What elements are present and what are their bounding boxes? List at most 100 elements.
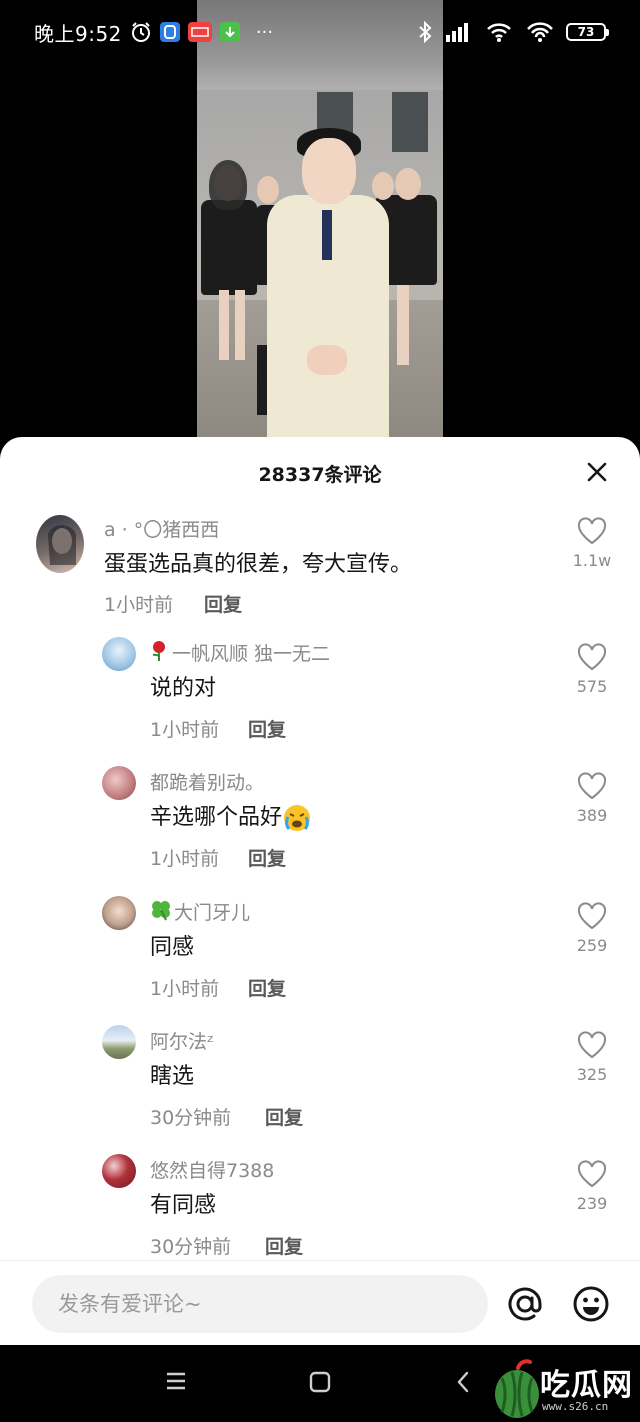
heart-icon	[577, 1160, 607, 1188]
comment-text: 有同感	[150, 1193, 217, 1218]
comment-item: a · °〇猪西西 蛋蛋选品真的很差，夸大宣传。 1小时前 回复 1.1w	[0, 509, 640, 629]
toutiao-icon	[187, 22, 212, 42]
video-player[interactable]	[197, 0, 443, 440]
comments-header: 28337条评论	[0, 437, 640, 509]
comment-time: 30分钟前	[150, 1236, 232, 1258]
comment-author[interactable]: 阿尔法ᶻ	[150, 1027, 214, 1054]
bluetooth-icon	[418, 21, 432, 43]
comment-time: 30分钟前	[150, 1107, 232, 1129]
comment-author-name: 大门牙儿	[174, 902, 251, 924]
comment-author[interactable]: a · °〇猪西西	[104, 515, 219, 542]
comment-text-content: 辛选哪个品好	[150, 805, 283, 830]
clover-icon	[150, 899, 174, 926]
comment-text: 同感	[150, 935, 195, 960]
comment-author[interactable]: 一帆风顺 独一无二	[150, 639, 330, 667]
comment-time: 1小时前	[150, 978, 220, 1000]
reply-button[interactable]: 回复	[265, 1232, 303, 1259]
smile-icon[interactable]	[572, 1285, 610, 1323]
reply-button[interactable]: 回复	[248, 715, 286, 742]
watermark-text: 吃瓜网	[540, 1368, 633, 1403]
wifi-plus-icon	[486, 21, 514, 43]
like-count: 259	[576, 936, 608, 955]
comment-reply-item: 大门牙儿 同感 1小时前 回复 259	[0, 892, 640, 1020]
comments-count-title: 28337条评论	[258, 463, 382, 486]
close-icon[interactable]	[584, 459, 610, 485]
comment-text: 瞎选	[150, 1064, 195, 1089]
person-figure	[219, 290, 229, 360]
person-figure	[397, 285, 409, 365]
comment-text: 蛋蛋选品真的很差，夸大宣传。	[104, 552, 413, 577]
comment-reply-item: 悠然自得7388 有同感 30分钟前 回复 239	[0, 1150, 640, 1270]
person-figure	[201, 200, 257, 295]
alarm-icon	[130, 21, 152, 43]
status-time: 晚上9:52	[34, 21, 122, 46]
comment-input-bar	[0, 1260, 640, 1345]
rose-icon	[150, 640, 172, 667]
comment-text: 说的对	[150, 676, 217, 701]
comment-author[interactable]: 大门牙儿	[150, 898, 250, 926]
comment-text: 辛选哪个品好	[150, 799, 312, 833]
avatar[interactable]	[102, 1025, 136, 1059]
watermelon-logo-icon	[495, 1359, 539, 1418]
comment-time: 1小时前	[150, 719, 220, 741]
avatar[interactable]	[102, 766, 136, 800]
heart-icon	[577, 1031, 607, 1059]
video-background-window	[392, 92, 428, 152]
reply-button[interactable]: 回复	[248, 974, 286, 1001]
heart-icon	[577, 643, 607, 671]
main-person-hands	[307, 345, 347, 375]
at-icon[interactable]	[506, 1285, 544, 1323]
reply-button[interactable]: 回复	[248, 844, 286, 871]
comment-reply-item: 都跪着别动。 辛选哪个品好 1小时前 回复 389	[0, 762, 640, 890]
like-button[interactable]: 259	[570, 902, 614, 955]
person-figure	[257, 176, 279, 204]
heart-icon	[577, 772, 607, 800]
back-icon[interactable]	[456, 1371, 470, 1397]
comment-time: 1小时前	[104, 594, 174, 616]
person-figure	[235, 290, 245, 360]
crying-emoji-icon	[282, 803, 312, 833]
status-bar: 晚上9:52 ··· 73	[0, 0, 640, 64]
main-person-tie	[322, 210, 332, 260]
like-button[interactable]: 575	[570, 643, 614, 696]
comment-author[interactable]: 悠然自得7388	[150, 1156, 274, 1183]
reply-button[interactable]: 回复	[204, 590, 242, 617]
battery-icon: 73	[566, 23, 609, 41]
like-count: 389	[576, 806, 608, 825]
more-notifications-icon: ···	[255, 21, 274, 43]
comments-sheet: 28337条评论 a · °〇猪西西 蛋蛋选品真的很差，夸大宣传。 1小时前 回…	[0, 437, 640, 1345]
comment-input[interactable]	[32, 1275, 488, 1333]
like-count: 325	[576, 1065, 608, 1084]
like-count: 239	[576, 1194, 608, 1213]
comment-time: 1小时前	[150, 848, 220, 870]
avatar[interactable]	[102, 637, 136, 671]
signal-icon	[444, 21, 474, 43]
reply-button[interactable]: 回复	[265, 1103, 303, 1130]
app-notification-icon	[159, 22, 180, 42]
like-button[interactable]: 325	[570, 1031, 614, 1084]
comment-reply-item: 阿尔法ᶻ 瞎选 30分钟前 回复 325	[0, 1021, 640, 1149]
wifi-icon	[526, 21, 554, 43]
person-figure	[209, 160, 247, 210]
home-icon[interactable]	[309, 1371, 331, 1397]
person-figure	[395, 168, 421, 200]
like-button[interactable]: 1.1w	[570, 517, 614, 570]
like-button[interactable]: 239	[570, 1160, 614, 1213]
heart-icon	[577, 517, 607, 545]
watermark: 吃瓜网 www.s26.cn	[492, 1354, 640, 1422]
like-count: 1.1w	[572, 551, 612, 570]
like-button[interactable]: 389	[570, 772, 614, 825]
avatar[interactable]	[102, 896, 136, 930]
avatar[interactable]	[102, 1154, 136, 1188]
main-person-head	[302, 138, 356, 204]
comment-author[interactable]: 都跪着别动。	[150, 768, 264, 795]
like-count: 575	[576, 677, 608, 696]
menu-icon[interactable]	[165, 1371, 187, 1395]
download-icon	[219, 22, 240, 42]
avatar[interactable]	[36, 515, 84, 573]
comment-author-name: 一帆风顺 独一无二	[172, 643, 331, 665]
heart-icon	[577, 902, 607, 930]
person-figure	[372, 172, 394, 200]
watermark-url: www.s26.cn	[542, 1400, 609, 1413]
comment-reply-item: 一帆风顺 独一无二 说的对 1小时前 回复 575	[0, 633, 640, 761]
